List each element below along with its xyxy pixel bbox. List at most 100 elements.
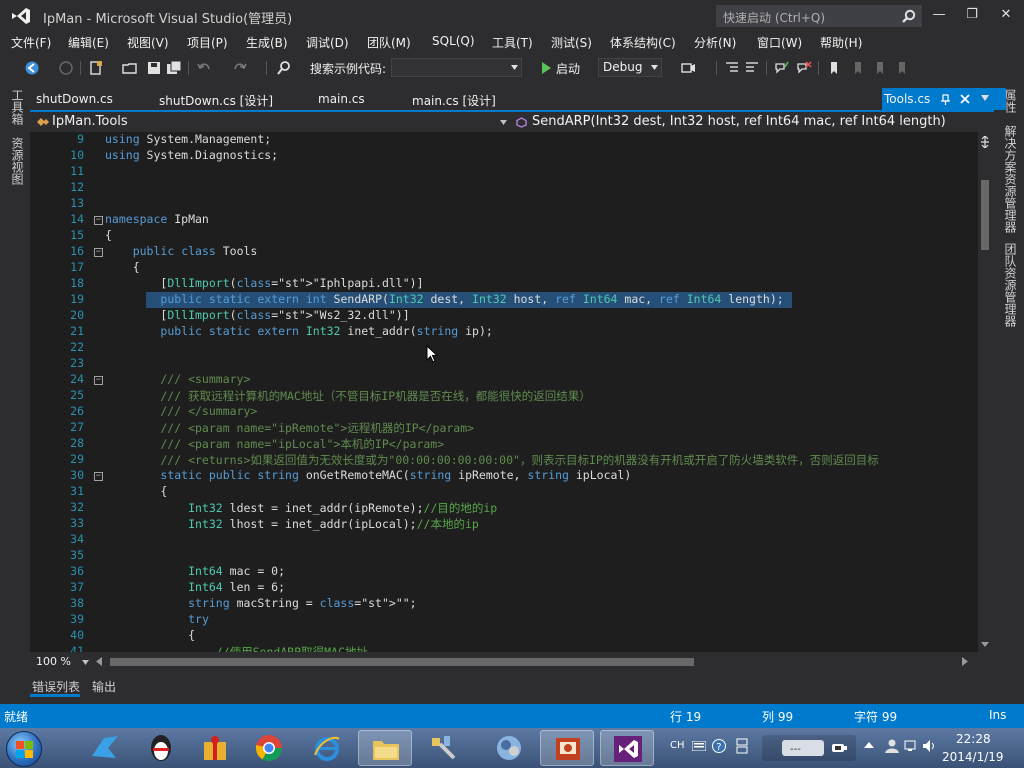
code-line[interactable]: [DllImport(class="st">"Iphlpapi.dll")] xyxy=(105,276,423,290)
menu-project[interactable]: 项目(P) xyxy=(187,34,228,51)
search-sample-code-combo[interactable] xyxy=(391,58,522,77)
menu-file[interactable]: 文件(F) xyxy=(11,34,51,51)
menu-team[interactable]: 团队(M) xyxy=(367,34,411,51)
menu-analyze[interactable]: 分析(N) xyxy=(694,34,736,51)
taskbar-chrome-button[interactable] xyxy=(242,730,296,766)
code-line[interactable]: namespace IpMan xyxy=(105,212,209,226)
split-editor-icon[interactable] xyxy=(980,136,990,148)
save-icon[interactable] xyxy=(146,60,162,76)
code-line[interactable]: static public string onGetRemoteMAC(stri… xyxy=(105,468,631,482)
scroll-left-arrow-icon[interactable] xyxy=(96,657,102,666)
navigate-forward-icon[interactable] xyxy=(58,60,74,76)
code-line[interactable]: using System.Management; xyxy=(105,132,271,146)
save-all-icon[interactable] xyxy=(166,60,182,76)
code-editor[interactable]: using System.Management; using System.Dia… xyxy=(30,132,978,652)
menu-edit[interactable]: 编辑(E) xyxy=(68,34,109,51)
code-line[interactable]: { xyxy=(105,260,140,274)
menu-window[interactable]: 窗口(W) xyxy=(757,34,802,51)
code-line[interactable]: Int32 ldest = inet_addr(ipRemote);//目的地的… xyxy=(105,500,497,516)
ime-options-icon[interactable] xyxy=(736,737,748,755)
toolbox-tab[interactable]: 工具箱 xyxy=(9,89,26,125)
keyboard-icon[interactable] xyxy=(692,741,706,751)
tab-main-cs[interactable]: main.cs xyxy=(318,88,365,110)
minimize-button[interactable]: — xyxy=(924,4,954,26)
code-line[interactable]: public class Tools xyxy=(105,244,258,258)
tab-error-list[interactable]: 错误列表 xyxy=(32,678,80,695)
tab-overflow-dropdown-icon[interactable] xyxy=(980,94,990,102)
code-line[interactable]: { xyxy=(105,228,112,242)
solution-configuration-combo[interactable]: Debug xyxy=(598,58,662,77)
outdent-icon[interactable] xyxy=(744,60,760,76)
solution-explorer-tab[interactable]: 解决方案资源管理器 xyxy=(1002,125,1019,233)
team-explorer-tab[interactable]: 团队资源管理器 xyxy=(1002,243,1019,327)
code-line[interactable]: using System.Diagnostics; xyxy=(105,148,278,162)
undo-icon[interactable] xyxy=(196,60,212,76)
menu-help[interactable]: 帮助(H) xyxy=(820,34,862,51)
user-network-icon[interactable] xyxy=(884,738,900,754)
code-line[interactable]: /// <summary> xyxy=(105,372,250,386)
clock-date[interactable]: 2014/1/19 xyxy=(942,750,1004,764)
bookmark-icon[interactable] xyxy=(826,60,842,76)
input-language-indicator[interactable]: CH xyxy=(670,740,685,751)
code-line[interactable]: Int64 mac = 0; xyxy=(105,564,285,578)
code-line[interactable]: /// <param name="ipLocal">本机的IP</param> xyxy=(105,436,444,452)
menu-view[interactable]: 视图(V) xyxy=(127,34,169,51)
chevron-down-icon[interactable] xyxy=(82,660,89,665)
show-hidden-icons-icon[interactable] xyxy=(864,741,874,749)
menu-build[interactable]: 生成(B) xyxy=(246,34,288,51)
scroll-down-arrow-icon[interactable] xyxy=(981,642,989,647)
taskbar-explorer-button[interactable] xyxy=(358,730,412,766)
code-line[interactable]: public static extern Int32 inet_addr(str… xyxy=(105,324,492,338)
taskbar-tools-button[interactable] xyxy=(416,730,470,766)
menu-debug[interactable]: 调试(D) xyxy=(306,34,349,51)
member-scope-dropdown[interactable]: SendARP(Int32 dest, Int32 host, ref Int6… xyxy=(512,112,982,132)
code-line[interactable]: string macString = class="st">""; xyxy=(105,596,417,610)
code-line[interactable]: public static extern int SendARP(Int32 d… xyxy=(105,292,783,306)
zoom-level[interactable]: 100 % xyxy=(36,655,71,668)
class-scope-dropdown[interactable]: IpMan.Tools xyxy=(34,112,508,132)
code-line[interactable]: //使用SendARP取得MAC地址 xyxy=(105,644,368,652)
close-window-button[interactable]: ✕ xyxy=(991,4,1021,26)
volume-icon[interactable] xyxy=(922,739,936,753)
code-line[interactable]: { xyxy=(105,628,195,642)
start-button[interactable] xyxy=(6,731,42,767)
clock-time[interactable]: 22:28 xyxy=(956,732,991,746)
menu-test[interactable]: 测试(S) xyxy=(551,34,592,51)
tab-output[interactable]: 输出 xyxy=(92,678,116,695)
menu-sql[interactable]: SQL(Q) xyxy=(432,34,475,48)
open-file-icon[interactable] xyxy=(122,60,138,76)
collapse-region-icon[interactable]: − xyxy=(94,472,103,481)
collapse-region-icon[interactable]: − xyxy=(94,248,103,257)
clear-bookmarks-icon[interactable] xyxy=(894,60,910,76)
taskbar-network-app-button[interactable] xyxy=(482,730,536,766)
code-line[interactable]: /// 获取远程计算机的MAC地址（不管目标IP机器是否在线，都能很快的返回结果… xyxy=(105,388,590,404)
vertical-scrollbar[interactable] xyxy=(978,132,992,652)
code-line[interactable]: Int32 lhost = inet_addr(ipLocal);//本地的ip xyxy=(105,516,479,532)
taskbar-messenger-button[interactable] xyxy=(78,730,132,766)
tab-shutdown-cs-design[interactable]: shutDown.cs [设计] xyxy=(159,88,273,110)
vertical-scroll-thumb[interactable] xyxy=(981,180,989,250)
taskbar-presentation-button[interactable] xyxy=(540,730,594,766)
taskbar-gift-app-button[interactable] xyxy=(188,730,242,766)
comment-icon[interactable] xyxy=(774,60,790,76)
navigate-back-icon[interactable] xyxy=(24,60,40,76)
taskbar-visual-studio-button[interactable] xyxy=(600,730,654,766)
pin-icon[interactable] xyxy=(940,94,951,105)
resource-view-tab[interactable]: 资源视图 xyxy=(9,137,26,185)
start-debugging-icon[interactable] xyxy=(538,60,554,76)
code-line[interactable]: /// <param name="ipRemote">远程机器的IP</para… xyxy=(105,420,474,436)
redo-icon[interactable] xyxy=(232,60,248,76)
tray-ime-toolbar[interactable]: --- xyxy=(762,735,856,761)
next-bookmark-icon[interactable] xyxy=(872,60,888,76)
taskbar-qq-button[interactable] xyxy=(134,730,188,766)
scroll-right-arrow-icon[interactable] xyxy=(962,657,968,666)
collapse-region-icon[interactable]: − xyxy=(94,376,103,385)
menu-architecture[interactable]: 体系结构(C) xyxy=(610,34,676,51)
search-icon[interactable] xyxy=(902,9,916,23)
code-line[interactable]: /// </summary> xyxy=(105,404,257,418)
prev-bookmark-icon[interactable] xyxy=(850,60,866,76)
attach-icon[interactable] xyxy=(680,60,696,76)
tab-main-cs-design[interactable]: main.cs [设计] xyxy=(412,88,496,110)
menu-tools[interactable]: 工具(T) xyxy=(492,34,533,51)
start-label[interactable]: 启动 xyxy=(556,60,580,77)
